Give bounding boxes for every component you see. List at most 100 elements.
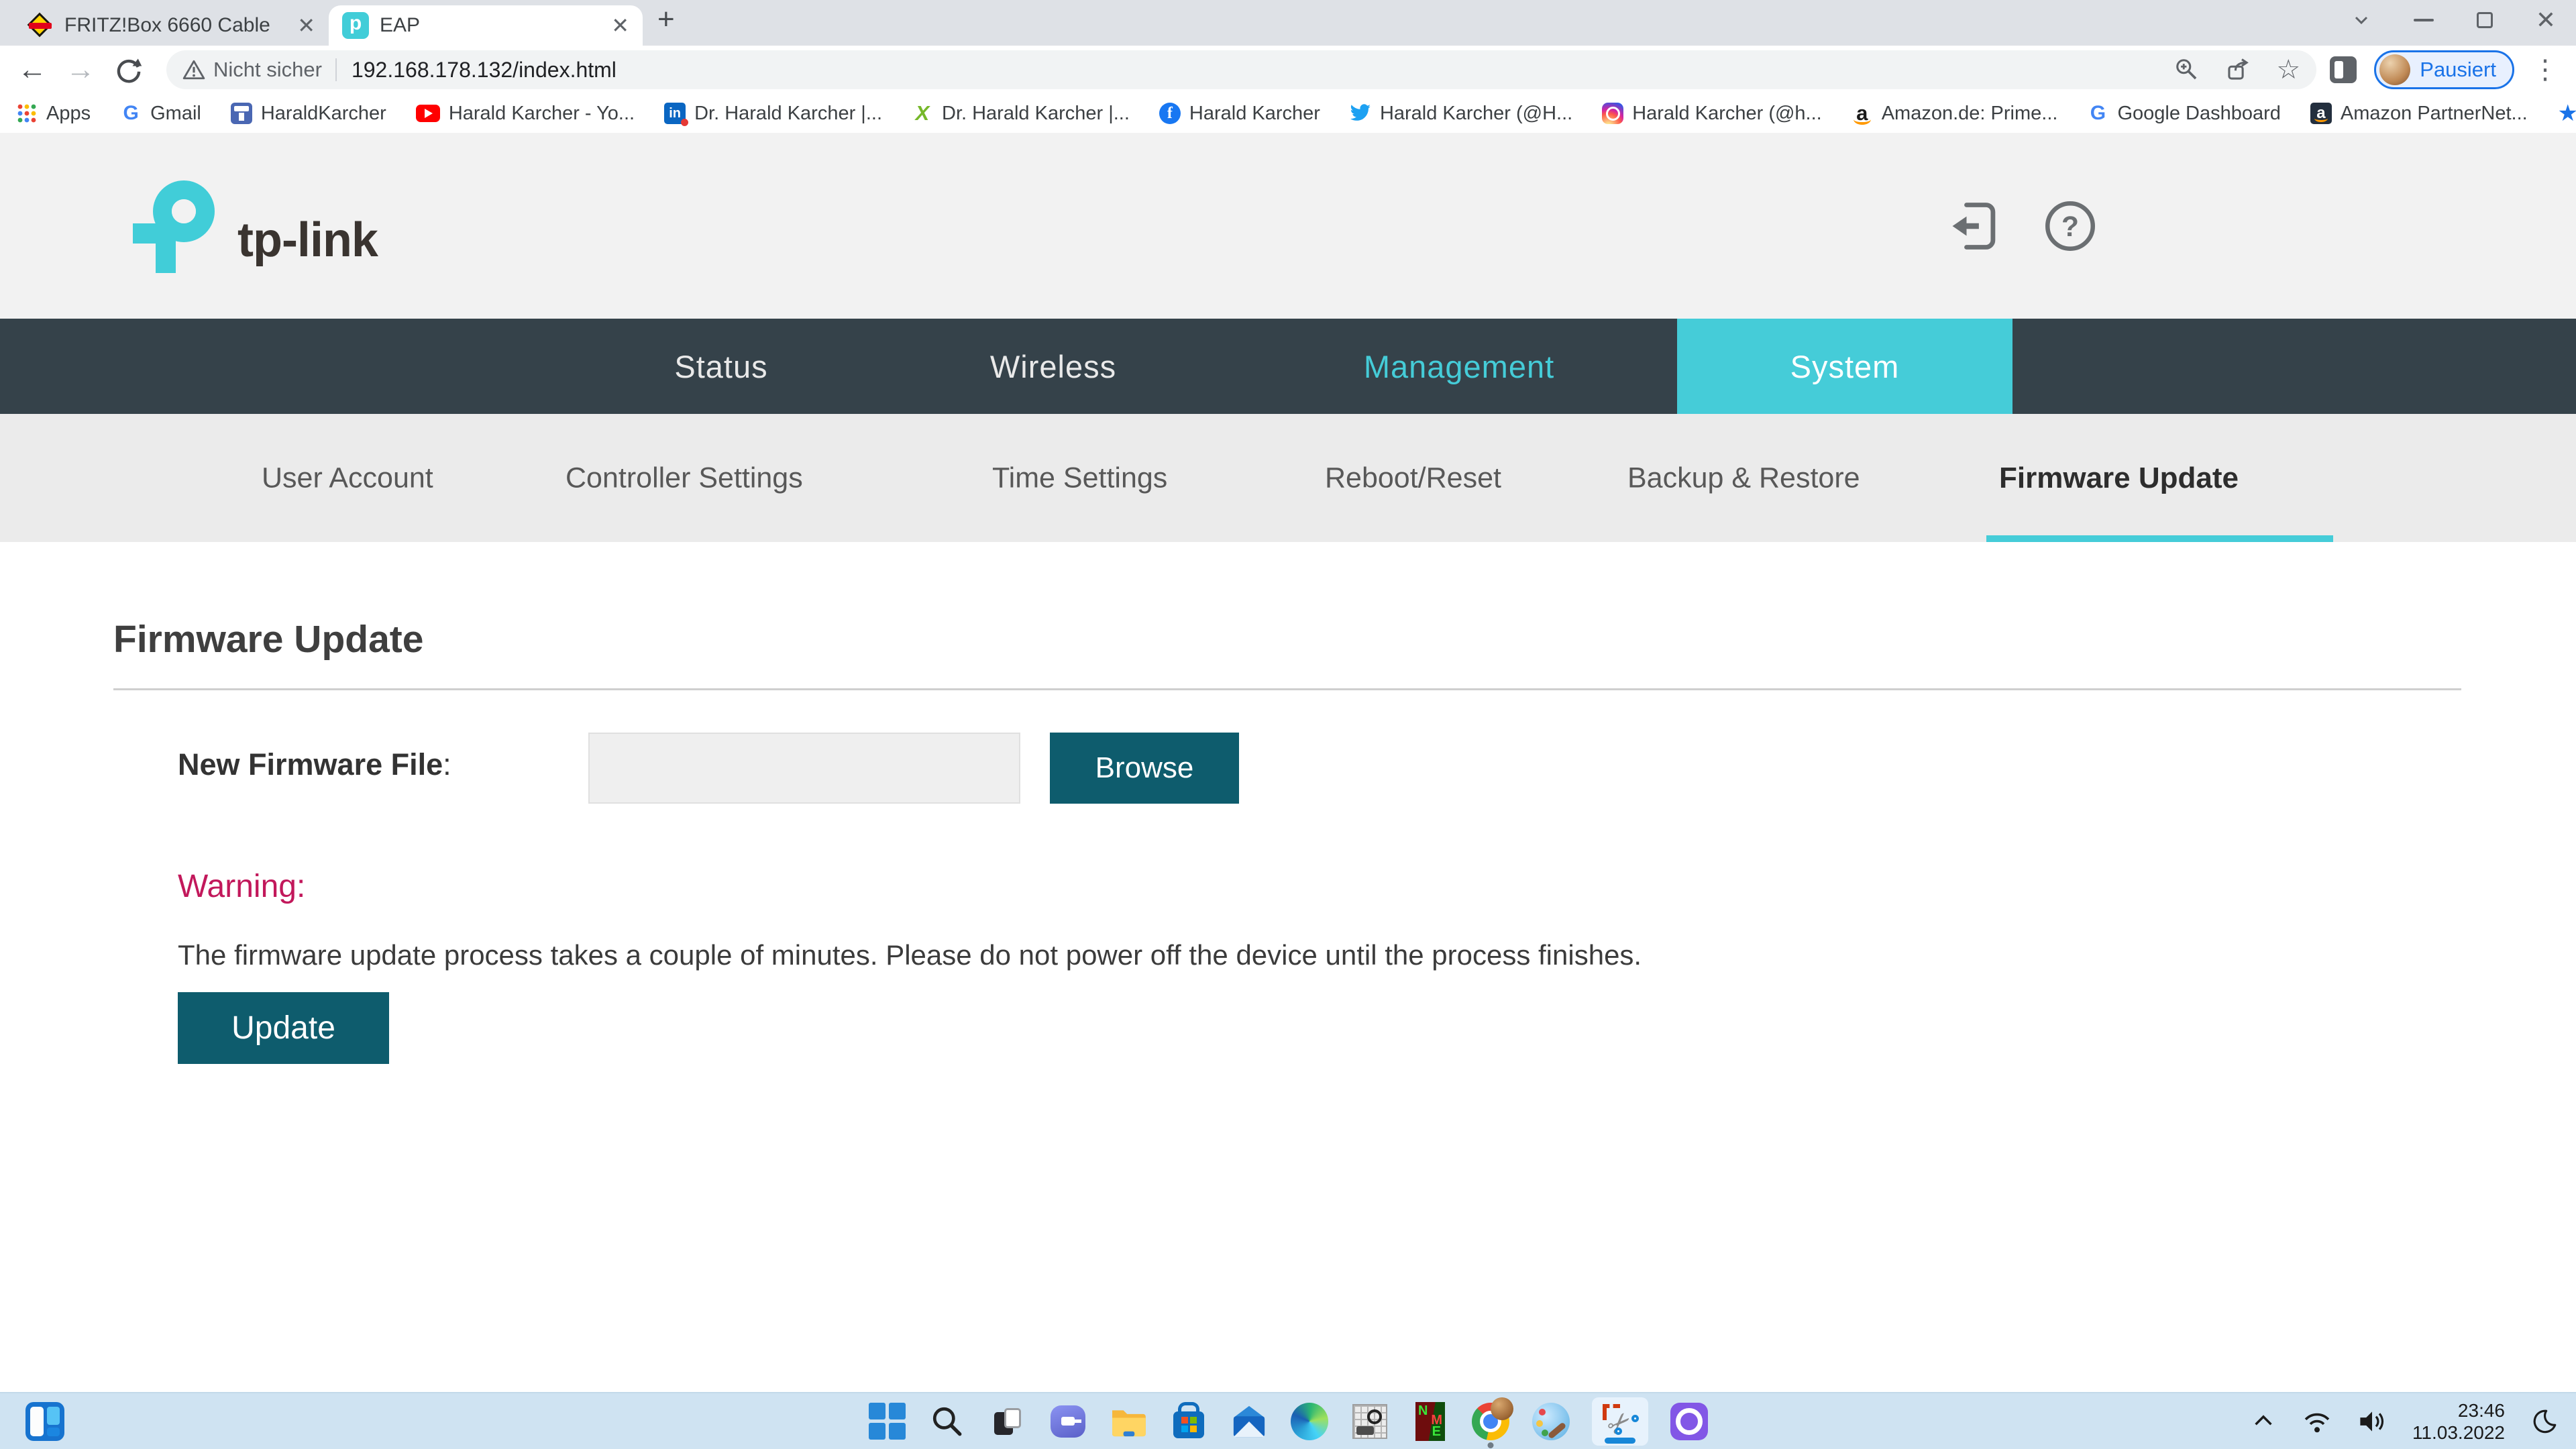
brand-name: tp-link: [237, 213, 378, 273]
update-button[interactable]: Update: [178, 992, 389, 1064]
bookmark-label: Harald Karcher (@h...: [1632, 103, 1821, 125]
chrome-profile-avatar: [1491, 1397, 1513, 1420]
bookmark-star-icon[interactable]: ☆: [2276, 56, 2300, 83]
google-g-icon: [120, 103, 142, 124]
nme-app-icon[interactable]: NME: [1411, 1402, 1450, 1441]
bookmark-label: Apps: [46, 103, 91, 125]
microsoft-store-icon[interactable]: [1169, 1402, 1208, 1441]
bookmark-google-dashboard[interactable]: Google Dashboard: [2087, 103, 2280, 125]
bookmark-amazon[interactable]: Amazon.de: Prime...: [1851, 103, 2058, 125]
taskbar-clock[interactable]: 23:46 11.03.2022: [2412, 1399, 2505, 1444]
bookmark-apps[interactable]: Apps: [16, 103, 91, 125]
active-app-indicator: [1605, 1438, 1635, 1444]
menu-kebab-icon[interactable]: ⋮: [2532, 56, 2559, 83]
logout-icon[interactable]: [1945, 198, 2002, 254]
nav-management[interactable]: Management: [1241, 319, 1677, 414]
close-icon[interactable]: ✕: [2536, 8, 2556, 32]
main-nav: Status Wireless Management System: [0, 319, 2576, 414]
edge-icon[interactable]: [1290, 1402, 1329, 1441]
warning-text: The firmware update process takes a coup…: [178, 939, 1642, 971]
task-view-icon[interactable]: [988, 1402, 1027, 1441]
url-text[interactable]: 192.168.178.132/index.html: [352, 58, 616, 83]
file-field-colon: :: [443, 747, 451, 782]
start-icon[interactable]: [867, 1402, 906, 1441]
google-g-icon: [2087, 103, 2108, 124]
warning-heading: Warning:: [178, 868, 305, 905]
subnav-user-account[interactable]: User Account: [262, 462, 433, 494]
avatar: [2379, 54, 2410, 85]
bookmark-youtube[interactable]: Harald Karcher - Yo...: [416, 103, 635, 125]
back-icon[interactable]: ←: [17, 55, 47, 85]
nav-status[interactable]: Status: [577, 319, 865, 414]
browser-tab-eap[interactable]: EAP ✕: [329, 5, 643, 46]
bookmark-amazon-partnernet[interactable]: Amazon PartnerNet...: [2310, 103, 2528, 125]
site-header: tp-link ?: [0, 133, 2576, 319]
bookmark-haraldkarcher[interactable]: HaraldKarcher: [231, 103, 386, 125]
subnav-time-settings[interactable]: Time Settings: [992, 462, 1167, 494]
subnav-backup-restore[interactable]: Backup & Restore: [1627, 462, 1860, 494]
tab-close-icon[interactable]: ✕: [611, 15, 629, 36]
help-icon[interactable]: ?: [2043, 199, 2097, 253]
window-controls: ✕: [2352, 8, 2556, 32]
address-bar[interactable]: Nicht sicher 192.168.178.132/index.html …: [166, 50, 2316, 89]
tab-search-chevron-icon[interactable]: [2352, 11, 2371, 30]
paint-icon[interactable]: [1532, 1402, 1570, 1441]
xing-icon: [912, 103, 933, 124]
wifi-icon[interactable]: [2302, 1408, 2332, 1435]
profile-chip[interactable]: Pausiert: [2374, 50, 2514, 89]
browser-tab-fritzbox[interactable]: FRITZ!Box 6660 Cable ✕: [13, 5, 329, 46]
firmware-file-input[interactable]: [588, 733, 1020, 804]
zoom-icon[interactable]: [2174, 57, 2200, 83]
reload-icon[interactable]: [114, 55, 144, 85]
subnav-firmware-update[interactable]: Firmware Update: [1999, 462, 2239, 495]
forward-icon[interactable]: →: [66, 55, 95, 85]
search-icon[interactable]: [928, 1402, 967, 1441]
taskbar-time: 23:46: [2412, 1399, 2505, 1421]
tab-title: FRITZ!Box 6660 Cable: [64, 14, 286, 37]
page-title: Firmware Update: [113, 617, 423, 661]
bookmark-xing[interactable]: Dr. Harald Karcher |...: [912, 103, 1130, 125]
file-explorer-icon[interactable]: [1109, 1402, 1148, 1441]
mail-icon[interactable]: [1230, 1402, 1269, 1441]
subnav-controller-settings[interactable]: Controller Settings: [566, 462, 803, 494]
subnav-reboot-reset[interactable]: Reboot/Reset: [1325, 462, 1501, 494]
taskbar-chevron-up-icon[interactable]: [2250, 1408, 2277, 1435]
new-tab-icon[interactable]: +: [657, 3, 675, 36]
chrome-icon[interactable]: [1471, 1402, 1510, 1441]
camera-app-icon[interactable]: [1670, 1402, 1709, 1441]
file-field-label: New Firmware File:: [178, 747, 451, 782]
site-favicon-blue-icon: [231, 103, 252, 124]
apps-grid-icon: [16, 103, 38, 124]
chat-icon[interactable]: [1049, 1402, 1087, 1441]
fritzbox-favicon: [27, 12, 54, 39]
bookmark-linkedin[interactable]: Dr. Harald Karcher |...: [664, 103, 882, 125]
not-secure-icon: [182, 58, 205, 81]
bookmark-gmail[interactable]: Gmail: [120, 103, 201, 125]
minimize-icon[interactable]: [2414, 19, 2434, 21]
bookmark-label: Harald Karcher: [1189, 103, 1320, 125]
tab-close-icon[interactable]: ✕: [297, 15, 315, 36]
side-panel-icon[interactable]: [2330, 56, 2357, 83]
nav-wireless[interactable]: Wireless: [865, 319, 1241, 414]
widgets-icon[interactable]: [25, 1402, 64, 1441]
restore-icon[interactable]: [2477, 12, 2493, 28]
file-field-label-text: New Firmware File: [178, 747, 443, 782]
focus-assist-moon-icon[interactable]: [2530, 1407, 2559, 1436]
bookmark-facebook[interactable]: Harald Karcher: [1159, 103, 1320, 125]
twitter-icon: [1350, 103, 1371, 124]
bookmark-label: Amazon.de: Prime...: [1882, 103, 2058, 125]
network-tool-icon[interactable]: [1350, 1402, 1389, 1441]
svg-text:?: ?: [2061, 211, 2079, 243]
bookmark-instagram[interactable]: Harald Karcher (@h...: [1602, 103, 1821, 125]
nav-system[interactable]: System: [1677, 319, 2012, 414]
snipping-tool-icon[interactable]: ✂: [1592, 1397, 1648, 1446]
share-icon[interactable]: [2225, 57, 2251, 83]
tplink-logo-mark: [133, 179, 215, 273]
page-content: Firmware Update New Firmware File: Brows…: [0, 542, 2576, 1392]
amazon-partnernet-icon: [2310, 103, 2332, 124]
volume-icon[interactable]: [2357, 1408, 2387, 1435]
bookmark-twitter[interactable]: Harald Karcher (@H...: [1350, 103, 1572, 125]
bookmark-bookmarks[interactable]: Bookmarks: [2557, 103, 2576, 125]
bookmark-label: Gmail: [150, 103, 201, 125]
browse-button[interactable]: Browse: [1050, 733, 1239, 804]
